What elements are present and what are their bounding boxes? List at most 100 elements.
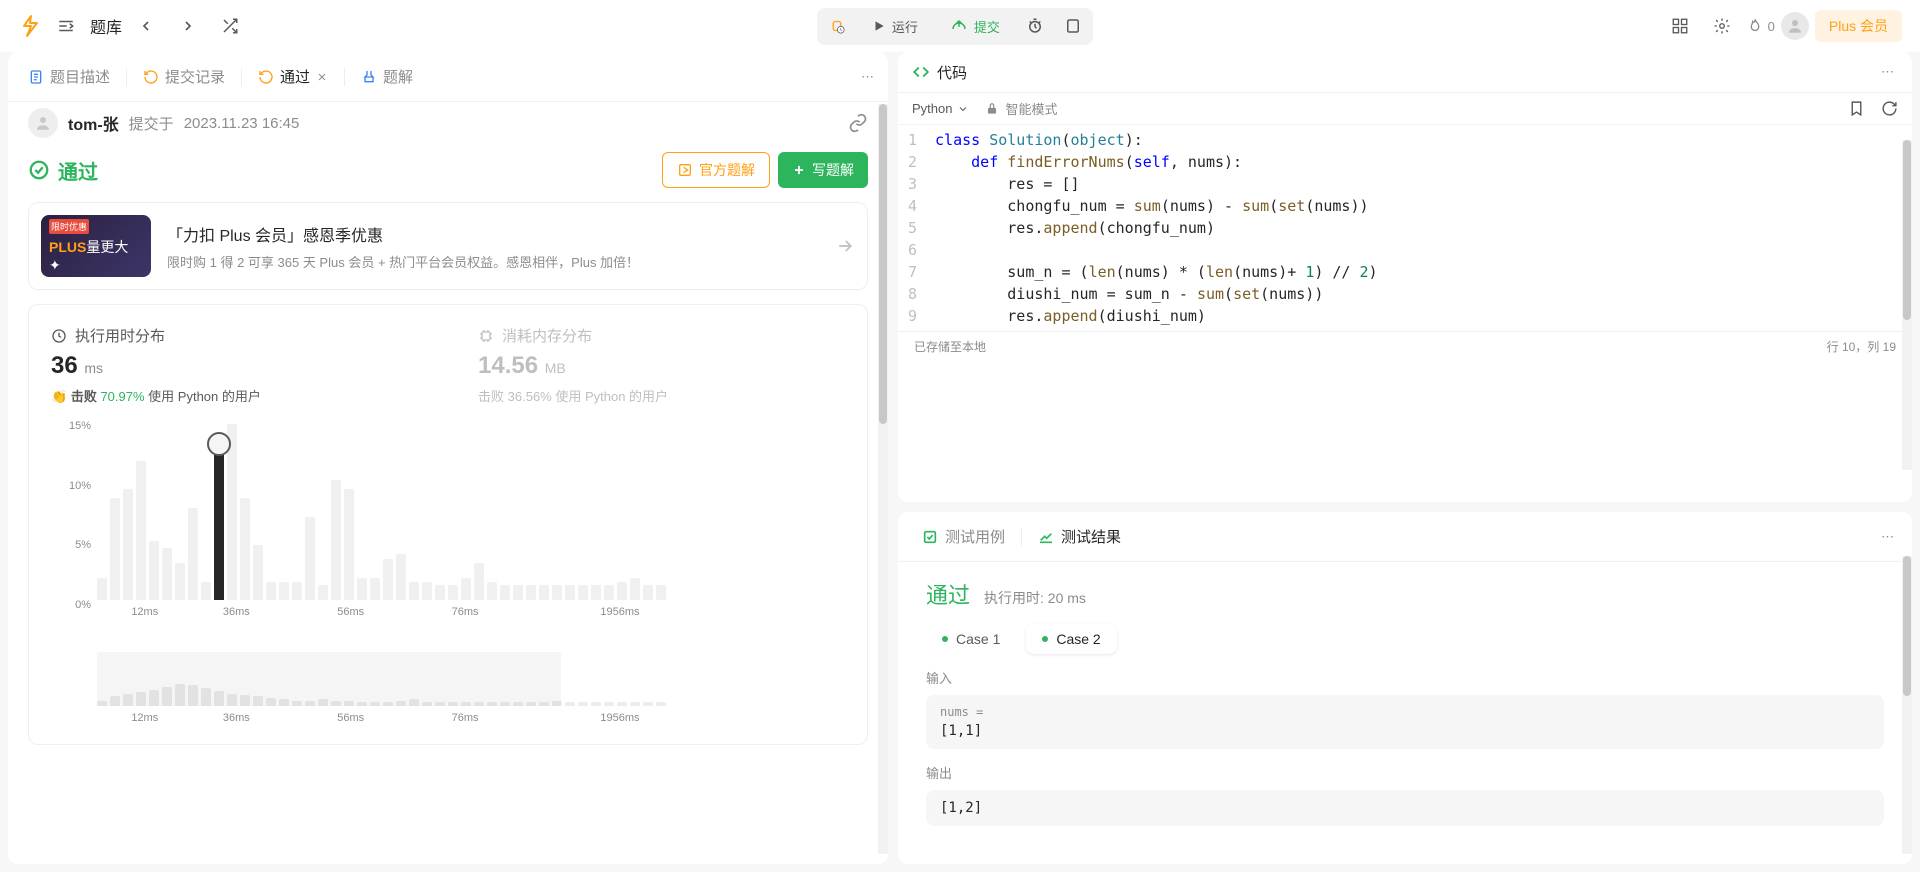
timer-button[interactable] [1018, 11, 1052, 41]
chart-bar[interactable] [604, 585, 614, 600]
submitter-name[interactable]: tom-张 [68, 111, 119, 135]
panel-toggle-icon[interactable] [48, 8, 84, 44]
code-more-icon[interactable]: ⋯ [1877, 60, 1898, 84]
chart-bar[interactable] [123, 489, 133, 600]
runtime-beats: 👏 击败 70.97% 使用 Python 的用户 [51, 386, 418, 405]
write-solution-button[interactable]: 写题解 [778, 152, 868, 188]
submission-meta: tom-张 提交于 2023.11.23 16:45 [28, 108, 868, 138]
chart-bar[interactable] [630, 578, 640, 600]
chart-marker[interactable] [207, 432, 231, 456]
main-split: 题目描述 提交记录 通过 题解 ⋯ tom- [0, 52, 1920, 872]
chart-bar[interactable] [435, 585, 445, 600]
chart-bar[interactable] [97, 578, 107, 600]
chart-bar[interactable] [253, 545, 263, 601]
chart-bar[interactable] [591, 585, 601, 600]
close-icon[interactable] [316, 71, 328, 83]
chart-bar[interactable] [344, 489, 354, 600]
output-box[interactable]: [1,2] [926, 790, 1884, 826]
prev-problem-icon[interactable] [128, 8, 164, 44]
chart-bar[interactable] [175, 563, 185, 600]
result-more-icon[interactable]: ⋯ [1877, 525, 1898, 549]
tab-description[interactable]: 题目描述 [18, 60, 120, 93]
result-scrollbar[interactable] [1902, 556, 1912, 854]
chart-bar[interactable] [136, 461, 146, 600]
debug-button[interactable] [820, 11, 854, 41]
notes-button[interactable] [1056, 11, 1090, 41]
chart-bar[interactable] [279, 582, 289, 601]
runtime-value: 36 ms [51, 352, 418, 380]
chart-bar[interactable] [305, 517, 315, 600]
next-problem-icon[interactable] [170, 8, 206, 44]
chart-bar[interactable] [422, 582, 432, 601]
submit-time: 2023.11.23 16:45 [184, 115, 300, 132]
submitter-avatar[interactable] [28, 108, 58, 138]
tab-testcases[interactable]: 测试用例 [912, 520, 1015, 553]
chart-bar[interactable] [526, 585, 536, 600]
input-box[interactable]: nums = [1,1] [926, 695, 1884, 749]
case-1-tab[interactable]: Case 1 [926, 624, 1016, 654]
memory-value: 14.56 MB [478, 352, 845, 380]
chart-bar[interactable] [539, 585, 549, 600]
run-submit-group: 运行 提交 [817, 8, 1093, 45]
chart-bar[interactable] [487, 582, 497, 601]
promo-image: 限时优惠 PLUS量更大 ✦ [41, 215, 151, 277]
chart-bar[interactable] [461, 578, 471, 600]
run-button[interactable]: 运行 [858, 11, 932, 42]
chart-bar[interactable] [409, 582, 419, 601]
chart-bar[interactable] [396, 554, 406, 600]
chart-bar[interactable] [565, 585, 575, 600]
settings-icon[interactable] [1704, 8, 1740, 44]
logo[interactable] [18, 14, 42, 38]
streak-counter[interactable]: 0 [1746, 17, 1775, 35]
chart-bar[interactable] [474, 563, 484, 600]
scrollbar[interactable] [878, 104, 888, 854]
chart-bar[interactable] [331, 480, 341, 600]
promo-heading: 「力扣 Plus 会员」感恩季优惠 [167, 222, 639, 246]
code-editor[interactable]: 123456789 class Solution(object): def fi… [898, 125, 1912, 331]
tab-solutions[interactable]: 题解 [351, 60, 423, 93]
official-solution-button[interactable]: 官方题解 [662, 152, 770, 188]
result-runtime: 执行用时: 20 ms [984, 588, 1086, 608]
layout-icon[interactable] [1662, 8, 1698, 44]
chart-bar[interactable] [318, 585, 328, 600]
shuffle-icon[interactable] [212, 8, 248, 44]
chart-bar[interactable] [188, 508, 198, 601]
chart-bar[interactable] [513, 585, 523, 600]
code-scrollbar[interactable] [1902, 140, 1912, 470]
chart-bar[interactable] [292, 582, 302, 601]
chart-bar[interactable] [201, 582, 211, 601]
chart-bar[interactable] [552, 585, 562, 600]
chart-bar[interactable] [383, 559, 393, 600]
chart-bar[interactable] [149, 541, 159, 600]
reset-icon[interactable] [1881, 100, 1898, 117]
chart-bar[interactable] [448, 585, 458, 600]
promo-card[interactable]: 限时优惠 PLUS量更大 ✦ 「力扣 Plus 会员」感恩季优惠 限时购 1 得… [28, 202, 868, 290]
tab-submissions[interactable]: 提交记录 [133, 60, 235, 93]
chart-bar[interactable] [656, 585, 666, 600]
tab-accepted[interactable]: 通过 [248, 60, 338, 93]
plus-membership-button[interactable]: Plus 会员 [1815, 10, 1902, 42]
share-link-icon[interactable] [848, 113, 868, 133]
chart-bar[interactable] [500, 585, 510, 600]
chart-bar[interactable] [617, 582, 627, 601]
problem-bank-link[interactable]: 题库 [90, 14, 122, 38]
more-icon[interactable]: ⋯ [857, 65, 878, 89]
chart-bar[interactable] [370, 578, 380, 600]
chart-bar[interactable] [266, 582, 276, 601]
language-select[interactable]: Python [912, 101, 969, 116]
smart-mode[interactable]: 智能模式 [985, 99, 1057, 118]
bookmark-icon[interactable] [1848, 100, 1865, 117]
case-2-tab[interactable]: Case 2 [1026, 624, 1116, 654]
chart-bar[interactable] [578, 585, 588, 600]
chart-bar[interactable] [240, 498, 250, 600]
chart-bar[interactable] [110, 498, 120, 600]
result-pane: 测试用例 测试结果 ⋯ 通过 执行用时: 20 ms Case 1 Case 2 [898, 512, 1912, 864]
runtime-minimap[interactable]: 12ms36ms56ms76ms1956ms [51, 645, 845, 724]
chart-bar[interactable] [162, 548, 172, 600]
chart-bar[interactable] [214, 452, 224, 600]
user-avatar[interactable] [1781, 12, 1809, 40]
tab-testresult[interactable]: 测试结果 [1028, 520, 1131, 553]
chart-bar[interactable] [643, 585, 653, 600]
chart-bar[interactable] [357, 578, 367, 600]
submit-button[interactable]: 提交 [936, 11, 1014, 42]
